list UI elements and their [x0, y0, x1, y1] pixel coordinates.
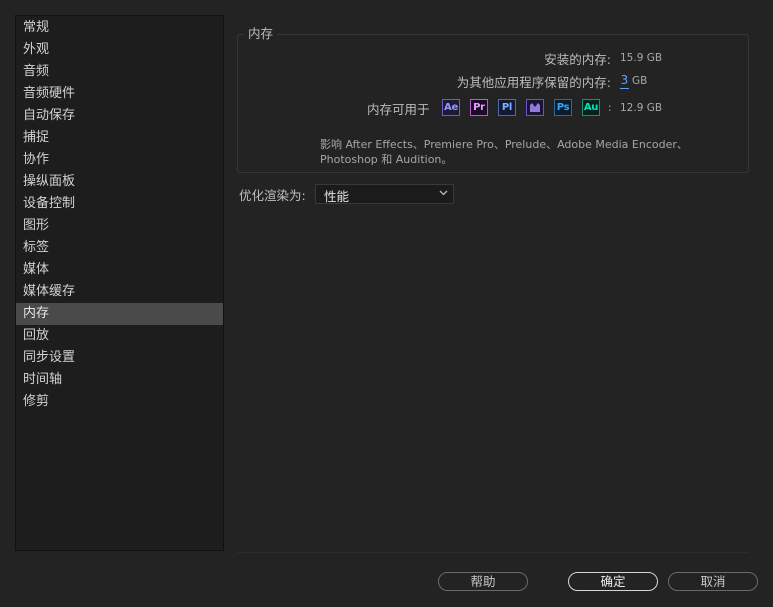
reserved-memory-field[interactable]: 3 [620, 73, 629, 89]
sidebar-item[interactable]: 回放 [16, 325, 223, 347]
sidebar-item[interactable]: 媒体缓存 [16, 281, 223, 303]
available-memory-separator: : [608, 102, 612, 114]
sidebar-item[interactable]: 操纵面板 [16, 171, 223, 193]
chevron-down-icon [439, 190, 448, 196]
installed-memory-label: 安装的内存: [544, 52, 611, 67]
installed-memory-value: 15.9 GB [620, 52, 663, 64]
sidebar-item[interactable]: 自动保存 [16, 105, 223, 127]
optimize-rendering-dropdown[interactable]: 性能 [315, 184, 454, 204]
preferences-category-list: 常规 外观 音频 音频硬件 自动保存 捕捉 协作 操纵面板 设备控制 图形 标签 媒体 媒体缓存 内存 回放… [15, 15, 224, 551]
sidebar-item[interactable]: 内存 [16, 303, 223, 325]
photoshop-icon: Ps [554, 99, 572, 116]
sidebar-item[interactable]: 修剪 [16, 391, 223, 413]
content-panel-edge [237, 546, 749, 553]
after-effects-icon: Ae [442, 99, 460, 116]
sidebar-item[interactable]: 时间轴 [16, 369, 223, 391]
sidebar-item[interactable]: 标签 [16, 237, 223, 259]
available-memory-label: 内存可用于 [367, 102, 430, 117]
sidebar-item[interactable]: 媒体 [16, 259, 223, 281]
sidebar-item[interactable]: 常规 [16, 17, 223, 39]
sidebar-item[interactable]: 同步设置 [16, 347, 223, 369]
cancel-button[interactable]: 取消 [668, 572, 758, 591]
prelude-icon: Pl [498, 99, 516, 116]
sidebar-item[interactable]: 图形 [16, 215, 223, 237]
sidebar-item[interactable]: 音频 [16, 61, 223, 83]
sidebar-item[interactable]: 外观 [16, 39, 223, 61]
available-memory-value: 12.9 GB [620, 102, 663, 114]
sidebar-item[interactable]: 音频硬件 [16, 83, 223, 105]
audition-icon: Au [582, 99, 600, 116]
reserved-memory-label: 为其他应用程序保留的内存: [456, 75, 611, 90]
optimize-rendering-value: 性能 [324, 189, 350, 204]
affected-apps-note: 影响 After Effects、Premiere Pro、Prelude、Ad… [320, 138, 688, 166]
sidebar-item[interactable]: 协作 [16, 149, 223, 171]
ok-button[interactable]: 确定 [568, 572, 658, 591]
sidebar-item[interactable]: 设备控制 [16, 193, 223, 215]
memory-group-title: 内存 [244, 25, 278, 42]
media-encoder-icon [526, 99, 544, 116]
sidebar-item[interactable]: 捕捉 [16, 127, 223, 149]
help-button[interactable]: 帮助 [438, 572, 528, 591]
optimize-rendering-label: 优化渲染为: [239, 188, 306, 203]
premiere-pro-icon: Pr [470, 99, 488, 116]
reserved-memory-unit: GB [632, 75, 648, 87]
